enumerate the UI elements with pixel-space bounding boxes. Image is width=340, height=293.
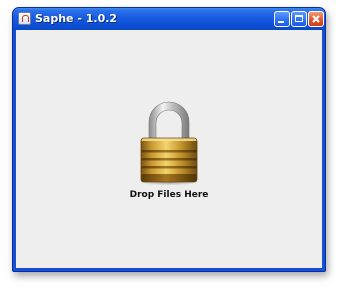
window-content: Drop Files Here (16, 30, 322, 268)
title-bar[interactable]: Saphe - 1.0.2 (13, 8, 325, 30)
file-drop-area[interactable]: Drop Files Here (16, 30, 322, 268)
drop-files-label: Drop Files Here (129, 190, 209, 200)
maximize-button[interactable] (291, 11, 307, 27)
close-button[interactable] (308, 11, 324, 27)
java-cup-icon[interactable] (18, 12, 31, 25)
app-window: Saphe - 1.0.2 Drop Files Here (12, 7, 326, 272)
padlock-icon (139, 101, 199, 186)
window-title: Saphe - 1.0.2 (35, 12, 118, 25)
minimize-button[interactable] (274, 11, 290, 27)
close-icon (312, 15, 320, 23)
